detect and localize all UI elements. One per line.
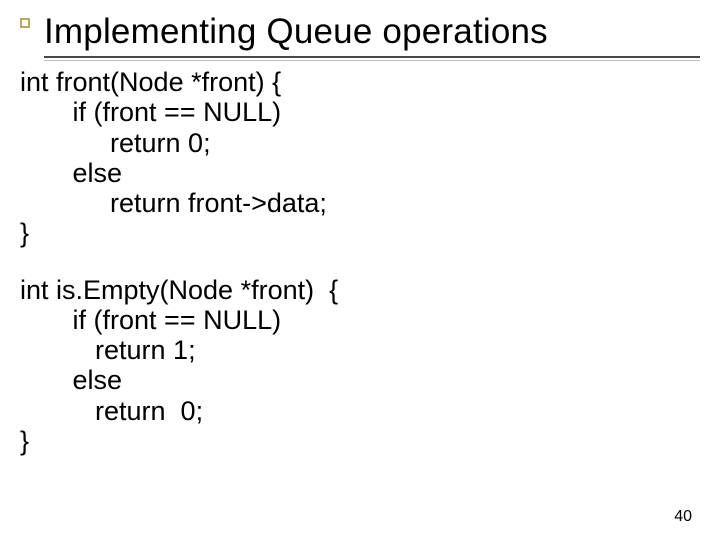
page-number: 40: [674, 508, 692, 526]
title-rule-dark: [44, 56, 700, 58]
code-block-front: int front(Node *front) { if (front == NU…: [20, 67, 700, 248]
slide: Implementing Queue operations int front(…: [0, 0, 720, 540]
title-block: Implementing Queue operations: [20, 12, 700, 61]
code-block-isempty: int is.Empty(Node *front) { if (front ==…: [20, 275, 700, 456]
slide-body: int front(Node *front) { if (front == NU…: [20, 67, 700, 456]
title-rule-light: [44, 60, 700, 61]
slide-title: Implementing Queue operations: [44, 12, 700, 52]
bullet-square-icon: [20, 18, 30, 28]
